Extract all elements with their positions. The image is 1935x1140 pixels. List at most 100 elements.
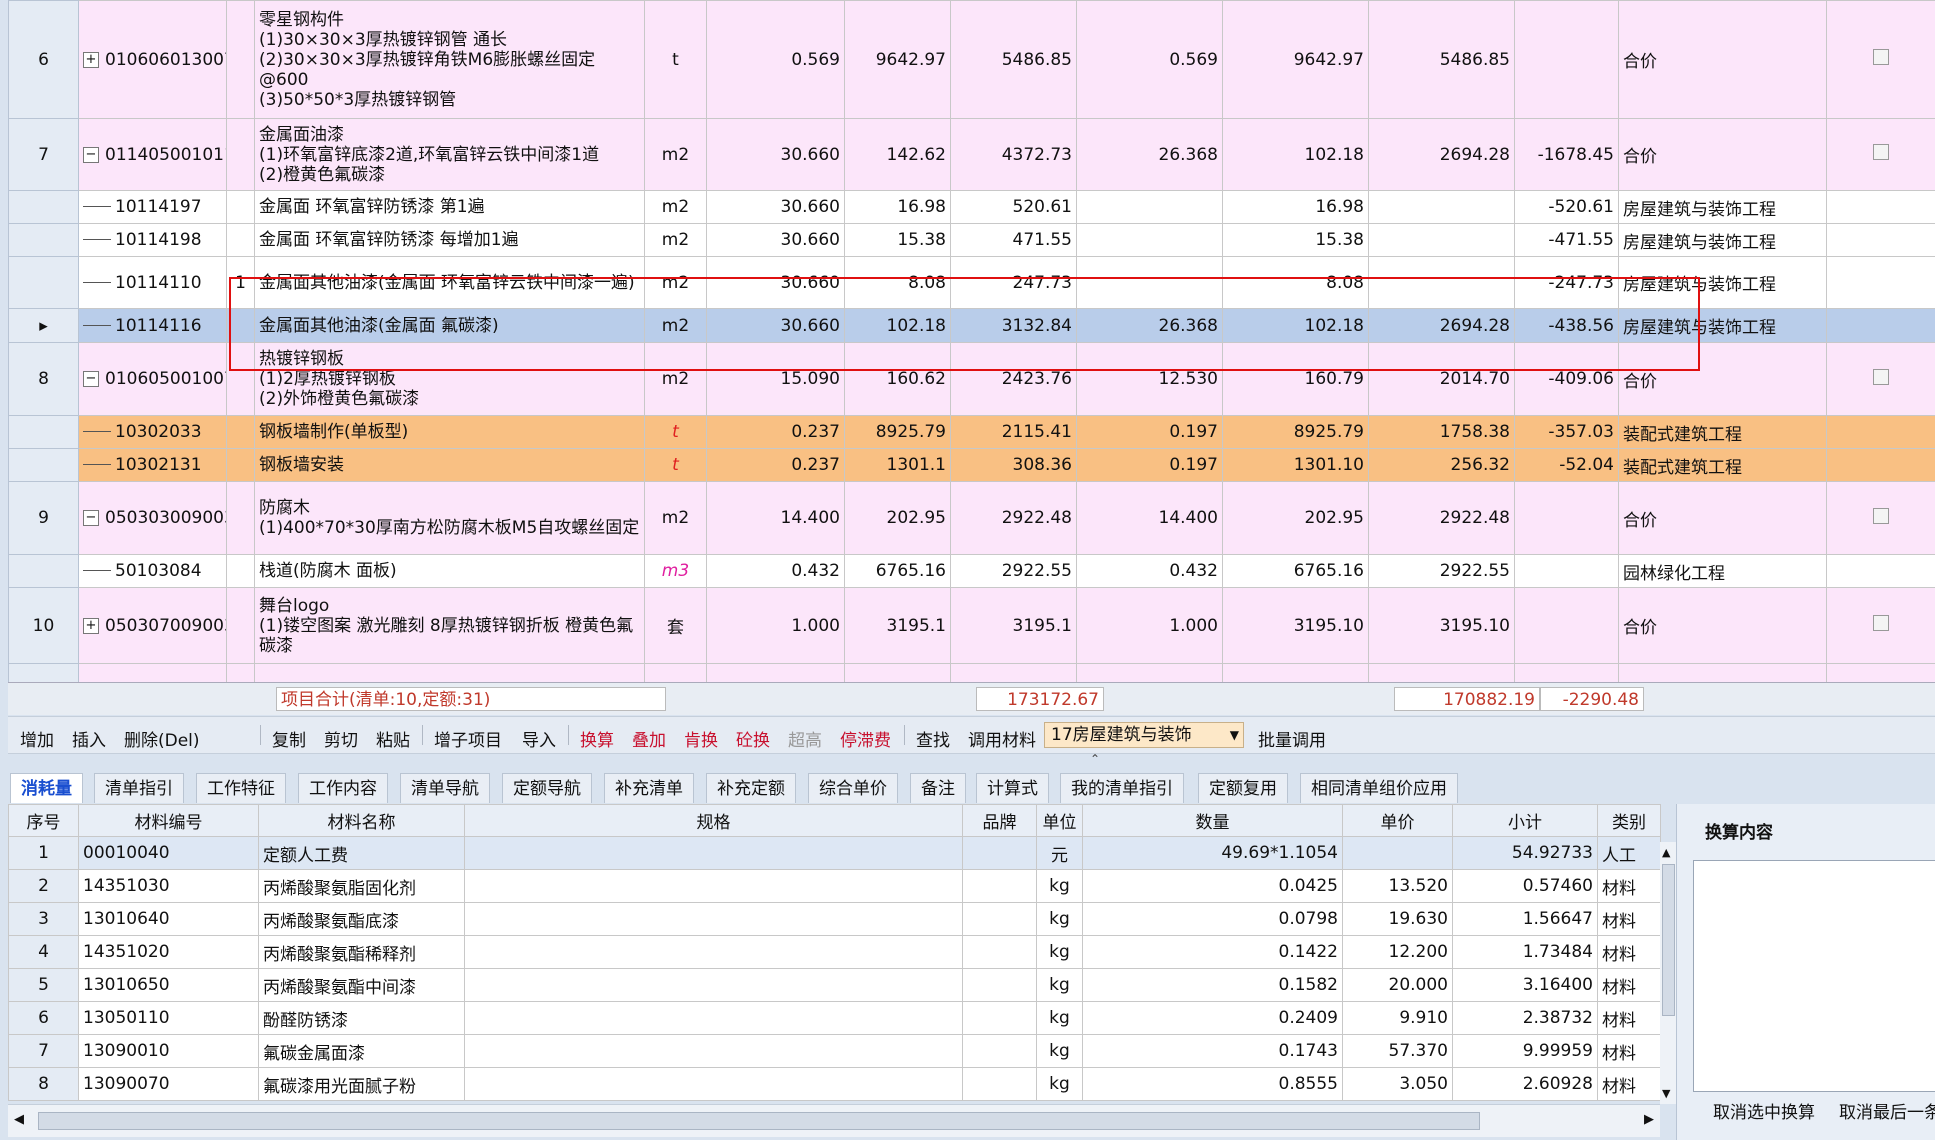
item-code[interactable] — [78, 663, 227, 684]
material-price[interactable] — [1342, 836, 1453, 870]
hscroll-thumb[interactable] — [38, 1112, 1480, 1130]
batch-call-button[interactable]: 批量调用 — [1258, 726, 1326, 751]
row-seq[interactable]: 8 — [8, 342, 79, 416]
item-qty[interactable]: 0.237 — [706, 448, 845, 482]
item-price[interactable]: 102.18 — [844, 308, 951, 343]
item-check-cell[interactable] — [1826, 663, 1935, 684]
row-seq[interactable]: 6 — [8, 0, 79, 119]
toolbar-button[interactable]: 增加 — [20, 726, 54, 751]
item-price[interactable]: 202.95 — [844, 481, 951, 555]
material-price[interactable]: 13.520 — [1342, 869, 1453, 903]
item-code[interactable]: +050307009003 — [78, 587, 227, 664]
row-seq[interactable] — [8, 223, 79, 257]
item-check-cell[interactable] — [1826, 415, 1935, 449]
item-check-cell[interactable] — [1826, 256, 1935, 309]
item-check-cell[interactable] — [1826, 0, 1935, 119]
tab[interactable]: 清单指引 — [94, 773, 184, 803]
item-qty[interactable]: 30.660 — [706, 190, 845, 224]
item-code[interactable]: −011405001011 — [78, 118, 227, 191]
material-qty[interactable]: 0.1582 — [1082, 968, 1343, 1002]
material-row[interactable]: 8 13090070 氟碳漆用光面腻子粉 kg 0.8555 3.050 2.60928 材料 — [8, 1067, 1661, 1101]
item-qty[interactable]: 30.660 — [706, 256, 845, 309]
row-seq[interactable] — [8, 663, 79, 684]
toolbar-button[interactable]: 插入 — [72, 726, 106, 751]
toolbar-button[interactable]: 停滞费 — [840, 726, 891, 751]
item-price[interactable]: 16.98 — [844, 190, 951, 224]
toolbar-button[interactable]: 叠加 — [632, 726, 666, 751]
row-seq[interactable] — [8, 415, 79, 449]
item-check-cell[interactable] — [1826, 587, 1935, 664]
item-qty[interactable]: 14.400 — [706, 481, 845, 555]
column-header[interactable]: 单位 — [1036, 804, 1083, 837]
item-price[interactable]: 8.08 — [844, 256, 951, 309]
toolbar-button[interactable]: 换算 — [580, 726, 614, 751]
scroll-thumb[interactable] — [1662, 864, 1675, 1016]
row-checkbox[interactable] — [1873, 615, 1889, 631]
cancel-selected-conversion-button[interactable]: 取消选中换算 — [1713, 1098, 1815, 1123]
bill-row[interactable]: 10114197 金属面 环氧富锌防锈漆 第1遍 m2 30.660 16.98 520.… — [8, 190, 1935, 224]
tab[interactable]: 备注 — [910, 773, 966, 803]
row-seq[interactable] — [8, 256, 79, 309]
material-name[interactable]: 氟碳金属面漆 — [258, 1034, 465, 1068]
row-seq[interactable]: 7 — [8, 118, 79, 191]
item-qty[interactable] — [706, 663, 845, 684]
tab[interactable]: 工作特征 — [196, 773, 286, 803]
row-checkbox[interactable] — [1873, 368, 1889, 385]
item-price[interactable]: 142.62 — [844, 118, 951, 191]
item-name[interactable]: 防腐木 (1)400*70*30厚南方松防腐木板M5自攻螺丝固定 — [254, 481, 645, 555]
tab[interactable]: 定额复用 — [1198, 773, 1288, 803]
item-qty[interactable]: 30.660 — [706, 118, 845, 191]
bill-row[interactable]: 10 +050307009003 舞台logo (1)镂空图案 激光雕刻 8厚热镀锌… — [8, 587, 1935, 664]
collapse-icon[interactable]: − — [83, 146, 99, 163]
material-row[interactable]: 3 13010640 丙烯酸聚氨酯底漆 kg 0.0798 19.630 1.56647 材料 — [8, 902, 1661, 936]
row-seq[interactable] — [8, 190, 79, 224]
row-seq[interactable] — [8, 554, 79, 588]
material-qty[interactable]: 49.69*1.1054 — [1082, 836, 1343, 870]
material-row[interactable]: 4 14351020 丙烯酸聚氨酯稀释剂 kg 0.1422 12.200 1.73484 材… — [8, 935, 1661, 969]
material-name[interactable]: 定额人工费 — [258, 836, 465, 870]
item-name[interactable]: 热镀锌钢板 (1)2厚热镀锌钢板 (2)外饰橙黄色氟碳漆 — [254, 342, 645, 416]
item-name[interactable]: 金属面其他油漆(金属面 环氧富锌云铁中间漆一遍) — [254, 256, 645, 309]
item-check-cell[interactable] — [1826, 118, 1935, 191]
scroll-right-icon[interactable]: ▶ — [1644, 1112, 1654, 1127]
row-seq[interactable]: 10 — [8, 587, 79, 664]
column-header[interactable]: 类别 — [1597, 804, 1661, 837]
bill-row[interactable]: 10114110 1 金属面其他油漆(金属面 环氧富锌云铁中间漆一遍) m2 30.66… — [8, 256, 1935, 309]
item-price[interactable]: 6765.16 — [844, 554, 951, 588]
material-row[interactable]: 2 14351030 丙烯酸聚氨脂固化剂 kg 0.0425 13.520 0.57460 材… — [8, 869, 1661, 903]
material-qty[interactable]: 0.1422 — [1082, 935, 1343, 969]
collapse-icon[interactable]: − — [83, 371, 99, 387]
item-code[interactable]: 10302131 — [78, 448, 227, 482]
tab[interactable]: 工作内容 — [298, 773, 388, 803]
item-price[interactable]: 1301.1 — [844, 448, 951, 482]
bill-row[interactable]: 6 +010606013007 零星钢构件 (1)30×30×3厚热镀锌钢管 通长 … — [8, 0, 1935, 119]
item-qty[interactable]: 30.660 — [706, 308, 845, 343]
column-header[interactable]: 数量 — [1082, 804, 1343, 837]
scroll-down-icon[interactable]: ▼ — [1662, 1087, 1670, 1100]
expand-icon[interactable]: + — [83, 617, 99, 634]
item-code[interactable]: +010606013007 — [78, 0, 227, 119]
toolbar-button[interactable]: 复制 — [272, 726, 306, 751]
material-price[interactable]: 20.000 — [1342, 968, 1453, 1002]
toolbar-button[interactable]: 超高 — [788, 726, 822, 751]
material-row[interactable]: 7 13090010 氟碳金属面漆 kg 0.1743 57.370 9.99959 材料 — [8, 1034, 1661, 1068]
bill-row[interactable]: 50103084 栈道(防腐木 面板) m3 0.432 6765.16 2922.55 0… — [8, 554, 1935, 588]
column-header[interactable]: 序号 — [8, 804, 79, 837]
item-check-cell[interactable] — [1826, 554, 1935, 588]
toolbar-button[interactable]: 肯换 — [684, 726, 718, 751]
bill-row[interactable]: 7−011405001011 金属面油漆 (1)环氧富锌底漆2道,环氧富锌云铁中间… — [8, 118, 1935, 191]
toolbar-button[interactable]: 导入 — [522, 726, 556, 751]
item-name[interactable]: 舞台logo (1)镂空图案 激光雕刻 8厚热镀锌钢折板 橙黄色氟碳漆 — [254, 587, 645, 664]
column-header[interactable]: 材料名称 — [258, 804, 465, 837]
item-code[interactable]: 10114198 — [78, 223, 227, 257]
item-check-cell[interactable] — [1826, 190, 1935, 224]
scroll-left-icon[interactable]: ◀ — [14, 1112, 24, 1127]
tab[interactable]: 消耗量 — [10, 773, 83, 803]
bill-row[interactable]: ▸ 10114116 金属面其他油漆(金属面 氟碳漆) m2 30.660 102.18 3… — [8, 308, 1935, 343]
material-qty[interactable]: 0.0798 — [1082, 902, 1343, 936]
item-price[interactable]: 3195.1 — [844, 587, 951, 664]
material-name[interactable]: 氟碳漆用光面腻子粉 — [258, 1067, 465, 1101]
material-vertical-scrollbar[interactable]: ▲ ▼ — [1660, 842, 1676, 1104]
item-check-cell[interactable] — [1826, 223, 1935, 257]
row-seq[interactable] — [8, 448, 79, 482]
